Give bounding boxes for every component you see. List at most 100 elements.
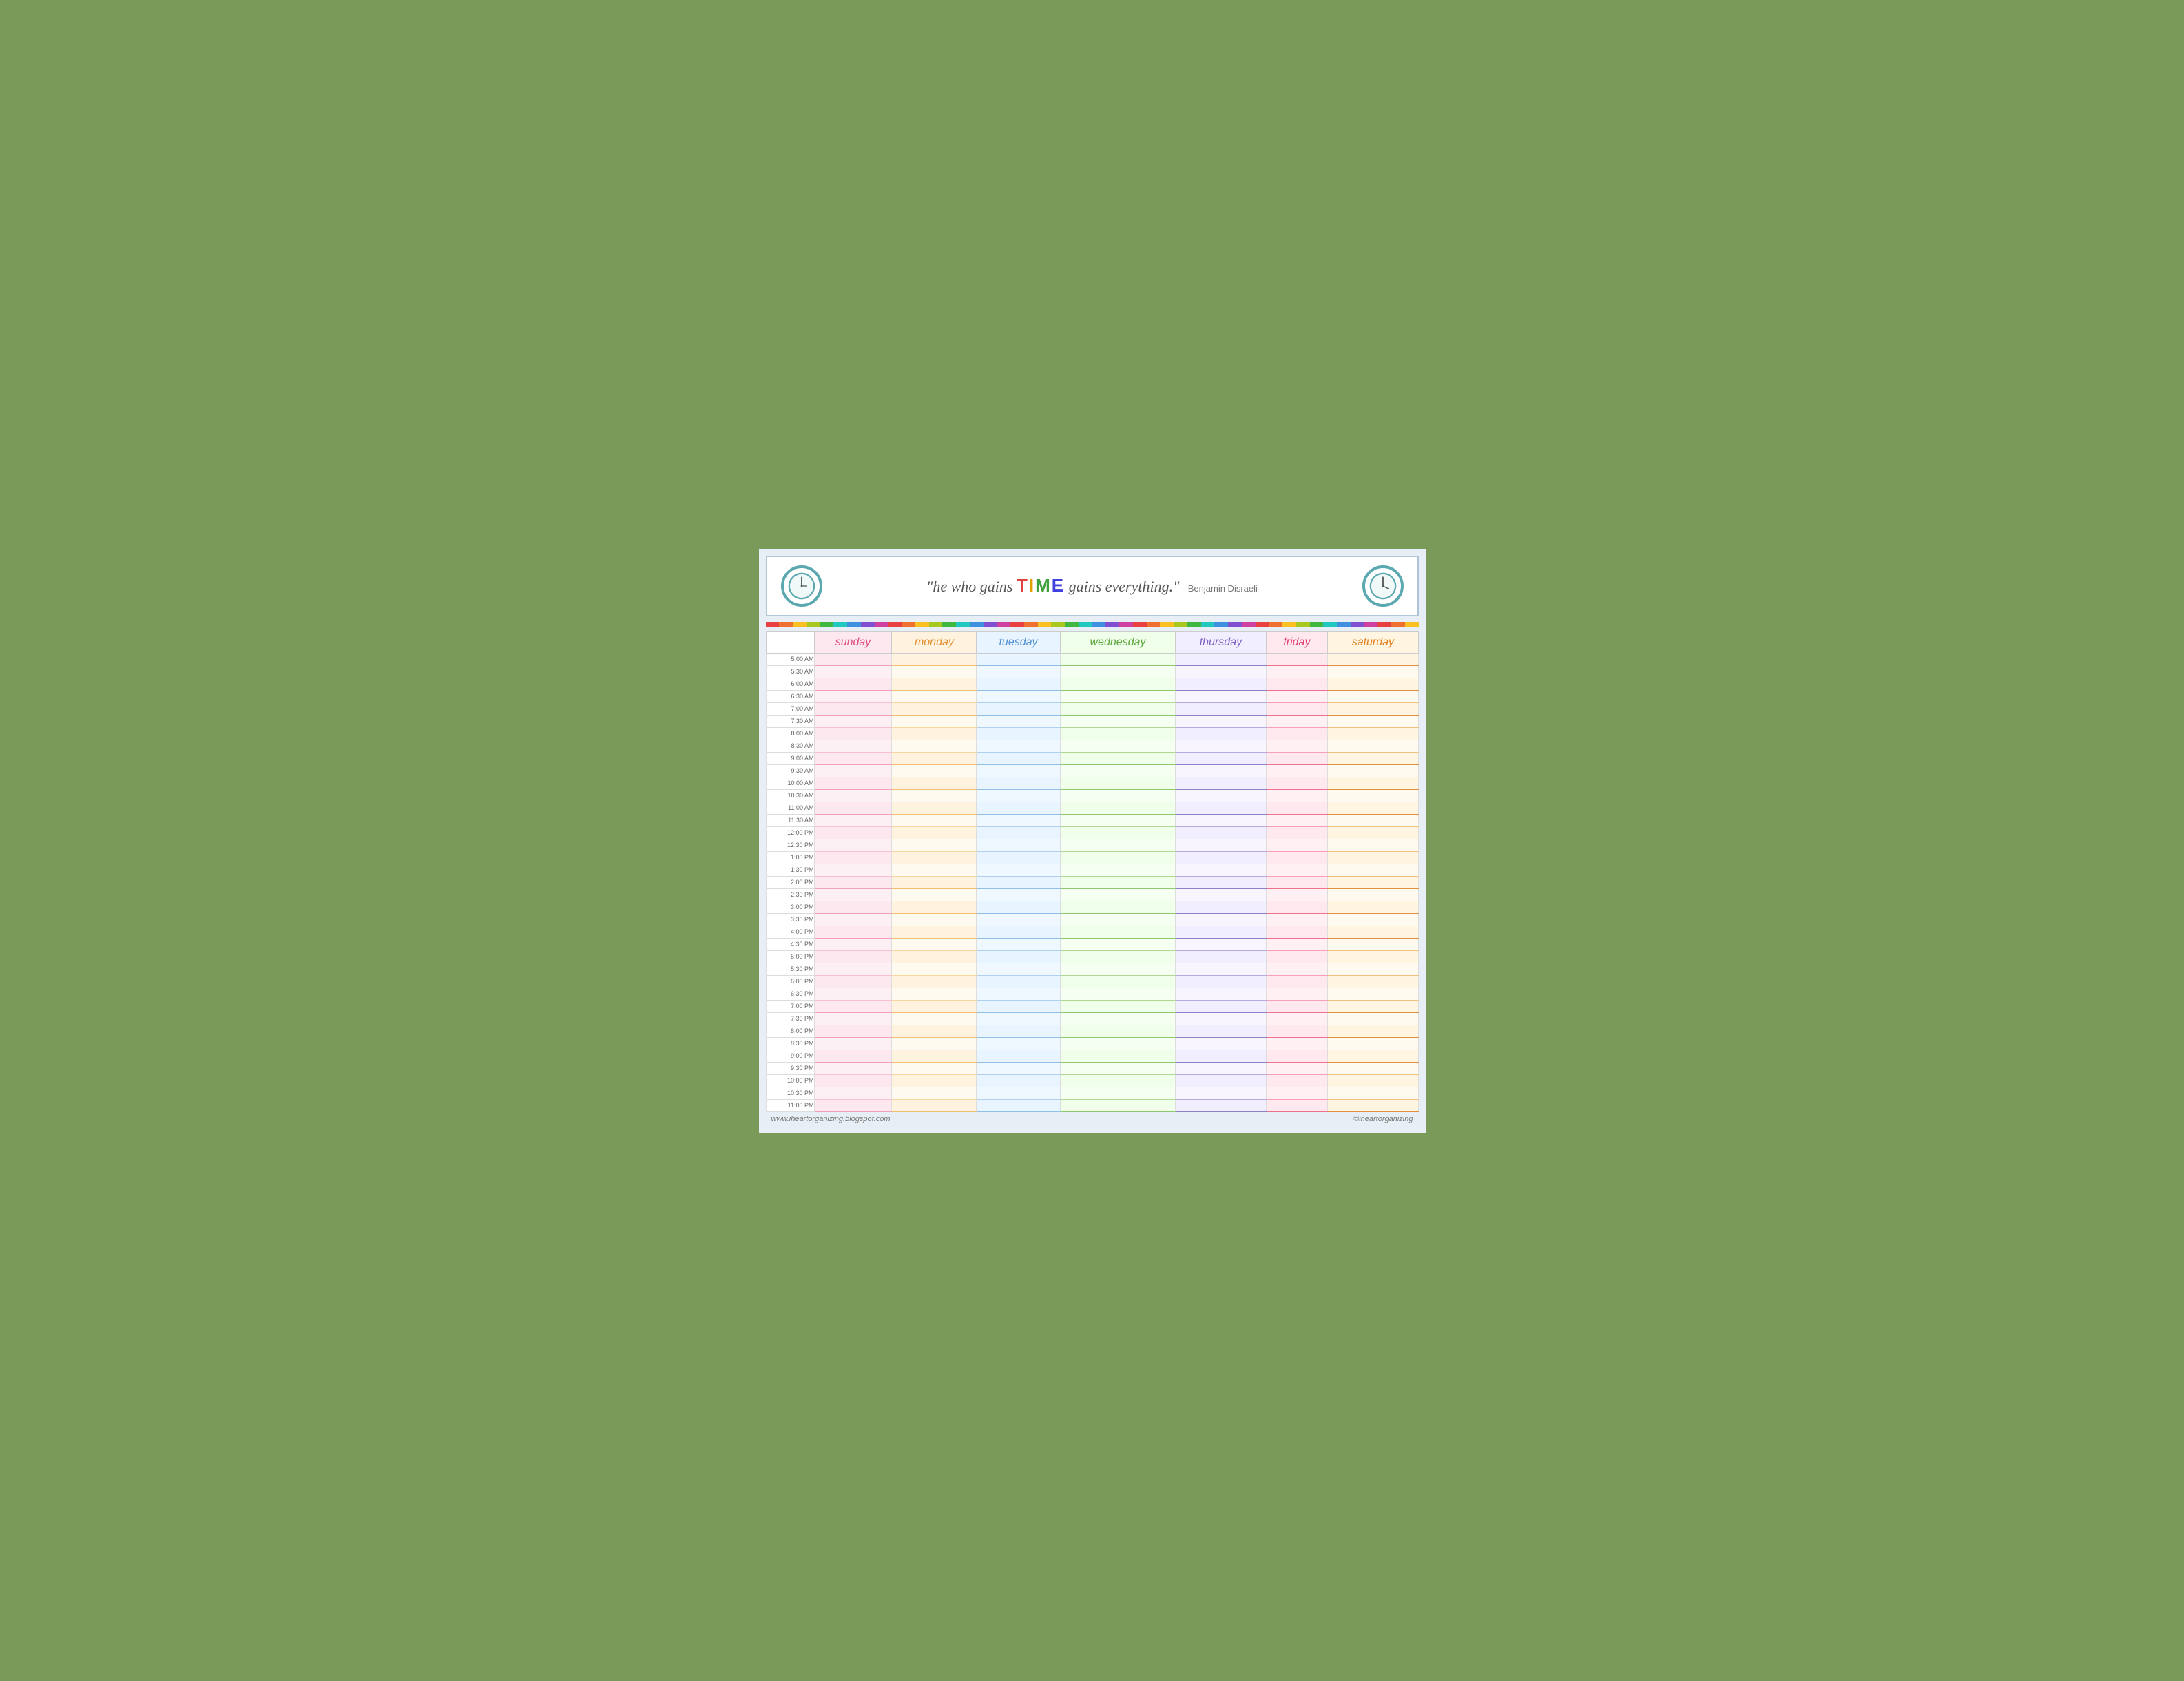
- day-cell[interactable]: [892, 752, 977, 764]
- day-cell[interactable]: [977, 752, 1060, 764]
- day-cell[interactable]: [1266, 1037, 1328, 1050]
- day-cell[interactable]: [1060, 975, 1176, 988]
- day-cell[interactable]: [1176, 975, 1266, 988]
- day-cell[interactable]: [814, 864, 892, 876]
- day-cell[interactable]: [977, 938, 1060, 950]
- day-cell[interactable]: [892, 1099, 977, 1111]
- day-cell[interactable]: [1176, 876, 1266, 888]
- day-cell[interactable]: [1060, 777, 1176, 789]
- day-cell[interactable]: [1266, 1062, 1328, 1074]
- day-cell[interactable]: [814, 988, 892, 1000]
- day-cell[interactable]: [814, 1087, 892, 1099]
- day-cell[interactable]: [1060, 988, 1176, 1000]
- day-cell[interactable]: [1176, 963, 1266, 975]
- day-cell[interactable]: [1176, 764, 1266, 777]
- day-cell[interactable]: [977, 740, 1060, 752]
- day-cell[interactable]: [1060, 1099, 1176, 1111]
- day-cell[interactable]: [1176, 864, 1266, 876]
- day-cell[interactable]: [892, 690, 977, 702]
- day-cell[interactable]: [1176, 826, 1266, 839]
- day-cell[interactable]: [977, 988, 1060, 1000]
- day-cell[interactable]: [892, 876, 977, 888]
- day-cell[interactable]: [814, 653, 892, 665]
- day-cell[interactable]: [1176, 653, 1266, 665]
- day-cell[interactable]: [1266, 665, 1328, 678]
- day-cell[interactable]: [1266, 975, 1328, 988]
- day-cell[interactable]: [892, 1012, 977, 1025]
- day-cell[interactable]: [1060, 665, 1176, 678]
- day-cell[interactable]: [977, 839, 1060, 851]
- day-cell[interactable]: [1328, 950, 1418, 963]
- day-cell[interactable]: [977, 727, 1060, 740]
- day-cell[interactable]: [892, 975, 977, 988]
- day-cell[interactable]: [1176, 1050, 1266, 1062]
- day-cell[interactable]: [1328, 926, 1418, 938]
- day-cell[interactable]: [892, 938, 977, 950]
- day-cell[interactable]: [1176, 938, 1266, 950]
- day-cell[interactable]: [892, 851, 977, 864]
- day-cell[interactable]: [977, 975, 1060, 988]
- day-cell[interactable]: [1176, 702, 1266, 715]
- day-cell[interactable]: [814, 851, 892, 864]
- day-cell[interactable]: [977, 690, 1060, 702]
- day-cell[interactable]: [892, 727, 977, 740]
- day-cell[interactable]: [977, 702, 1060, 715]
- day-cell[interactable]: [1328, 1074, 1418, 1087]
- day-cell[interactable]: [892, 1050, 977, 1062]
- day-cell[interactable]: [1328, 1062, 1418, 1074]
- day-cell[interactable]: [814, 913, 892, 926]
- day-cell[interactable]: [814, 839, 892, 851]
- day-cell[interactable]: [1060, 1087, 1176, 1099]
- day-cell[interactable]: [1266, 913, 1328, 926]
- day-cell[interactable]: [892, 777, 977, 789]
- day-cell[interactable]: [814, 702, 892, 715]
- day-cell[interactable]: [1266, 901, 1328, 913]
- day-cell[interactable]: [1060, 913, 1176, 926]
- day-cell[interactable]: [1266, 876, 1328, 888]
- day-cell[interactable]: [1060, 826, 1176, 839]
- day-cell[interactable]: [814, 1037, 892, 1050]
- day-cell[interactable]: [1060, 876, 1176, 888]
- day-cell[interactable]: [814, 1074, 892, 1087]
- day-cell[interactable]: [892, 950, 977, 963]
- day-cell[interactable]: [1328, 1012, 1418, 1025]
- day-cell[interactable]: [1328, 876, 1418, 888]
- day-cell[interactable]: [1060, 938, 1176, 950]
- day-cell[interactable]: [1266, 826, 1328, 839]
- day-cell[interactable]: [814, 975, 892, 988]
- day-cell[interactable]: [1266, 851, 1328, 864]
- day-cell[interactable]: [814, 802, 892, 814]
- day-cell[interactable]: [1328, 814, 1418, 826]
- day-cell[interactable]: [977, 1074, 1060, 1087]
- day-cell[interactable]: [1266, 1087, 1328, 1099]
- day-cell[interactable]: [1060, 1074, 1176, 1087]
- day-cell[interactable]: [1328, 963, 1418, 975]
- day-cell[interactable]: [1328, 678, 1418, 690]
- day-cell[interactable]: [1176, 1012, 1266, 1025]
- day-cell[interactable]: [1060, 963, 1176, 975]
- day-cell[interactable]: [1176, 1037, 1266, 1050]
- day-cell[interactable]: [977, 653, 1060, 665]
- day-cell[interactable]: [977, 665, 1060, 678]
- day-cell[interactable]: [1266, 926, 1328, 938]
- day-cell[interactable]: [814, 938, 892, 950]
- day-cell[interactable]: [1266, 1000, 1328, 1012]
- day-cell[interactable]: [892, 913, 977, 926]
- day-cell[interactable]: [977, 1099, 1060, 1111]
- day-cell[interactable]: [1176, 802, 1266, 814]
- day-cell[interactable]: [1266, 1099, 1328, 1111]
- day-cell[interactable]: [892, 1037, 977, 1050]
- day-cell[interactable]: [977, 814, 1060, 826]
- day-cell[interactable]: [892, 1025, 977, 1037]
- day-cell[interactable]: [977, 864, 1060, 876]
- day-cell[interactable]: [814, 1050, 892, 1062]
- day-cell[interactable]: [814, 678, 892, 690]
- day-cell[interactable]: [814, 950, 892, 963]
- day-cell[interactable]: [1266, 950, 1328, 963]
- day-cell[interactable]: [814, 777, 892, 789]
- day-cell[interactable]: [977, 715, 1060, 727]
- day-cell[interactable]: [977, 851, 1060, 864]
- day-cell[interactable]: [1176, 1074, 1266, 1087]
- day-cell[interactable]: [1176, 690, 1266, 702]
- day-cell[interactable]: [1176, 1099, 1266, 1111]
